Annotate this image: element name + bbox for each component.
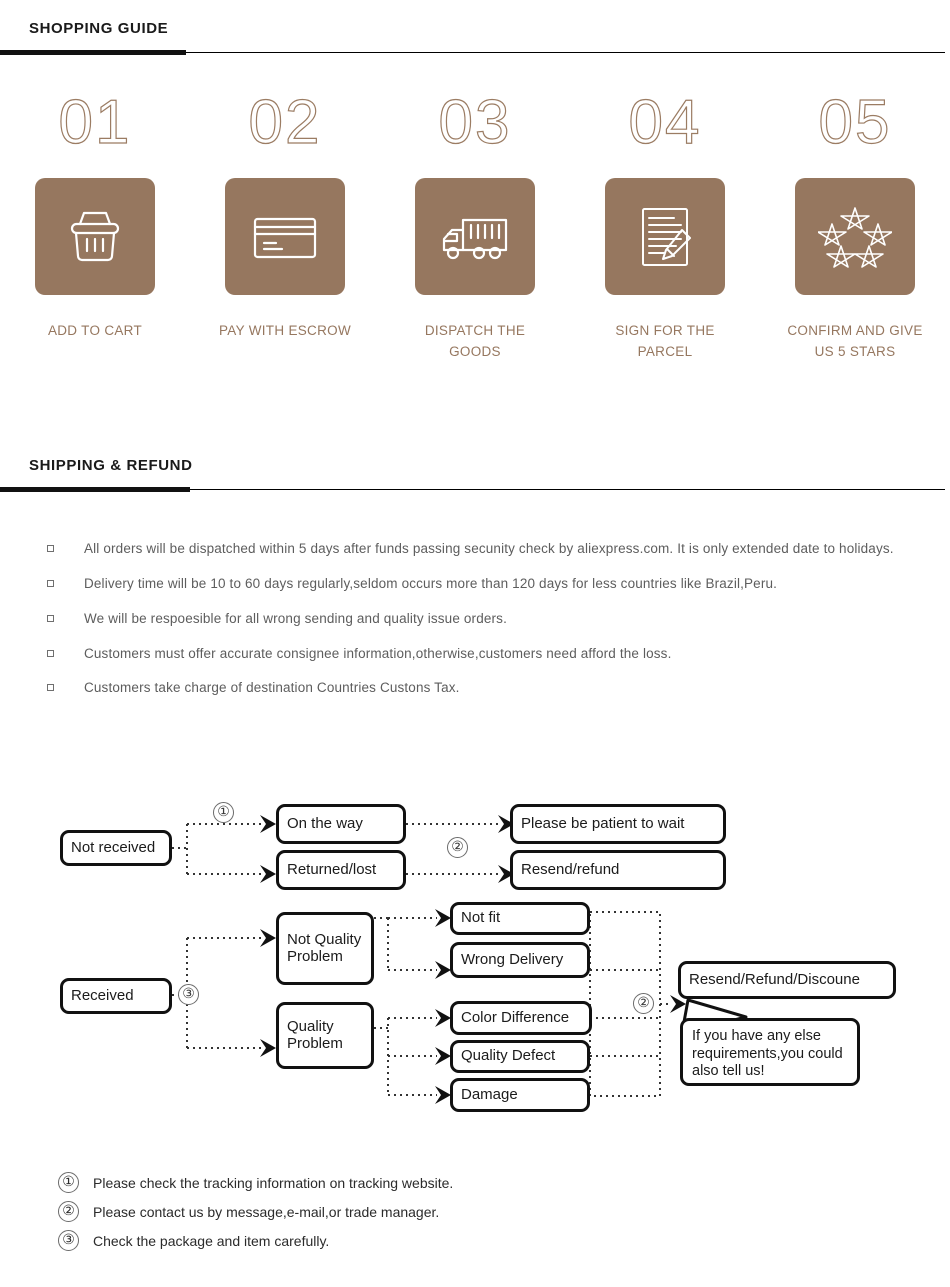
footnote-number: ②: [58, 1201, 79, 1222]
step-item: 05 CONFIRM AND GIVE US 5 STARS: [760, 88, 950, 363]
flow-node-received: Received: [60, 978, 172, 1014]
refund-process-flowchart: Not received On the way Returned/lost Pl…: [0, 790, 950, 1120]
shopping-guide-rule: [0, 50, 950, 55]
step-number: 04: [628, 88, 702, 157]
flow-node-not-quality-problem: Not Quality Problem: [276, 912, 374, 985]
flow-node-label: Not received: [71, 838, 156, 856]
shipping-refund-title: SHIPPING & REFUND: [29, 457, 193, 474]
list-item-text: Delivery time will be 10 to 60 days regu…: [84, 575, 778, 591]
step-number: 03: [438, 88, 512, 157]
step-item: 01 ADD TO CART: [0, 88, 190, 363]
list-item: We will be respoesible for all wrong sen…: [0, 608, 950, 630]
step-label: PAY WITH ESCROW: [218, 323, 351, 338]
rule-thick-bar: [0, 50, 186, 55]
flow-marker-3: ③: [178, 984, 199, 1005]
footnote-text: Please contact us by message,e-mail,or t…: [93, 1203, 440, 1220]
step-item: 03 DISPATCH THE GOODS: [380, 88, 570, 363]
shopping-guide-header: SHOPPING GUIDE: [0, 20, 950, 55]
shopping-basket-icon: [35, 178, 155, 295]
rule-thick-bar: [0, 487, 190, 492]
list-item: Customers take charge of destination Cou…: [0, 677, 950, 699]
list-item: All orders will be dispatched within 5 d…: [0, 538, 950, 560]
shopping-guide-steps: 01 ADD TO CART 02 PAY WITH ESCROW 03 DIS…: [0, 88, 950, 363]
footnote-item: ② Please contact us by message,e-mail,or…: [0, 1201, 950, 1222]
flow-node-label: Received: [71, 986, 134, 1004]
flow-node-quality-defect: Quality Defect: [450, 1040, 590, 1073]
list-item: Delivery time will be 10 to 60 days regu…: [0, 573, 950, 595]
flow-node-not-fit: Not fit: [450, 902, 590, 935]
square-bullet-icon: [47, 684, 54, 692]
step-label: SIGN FOR THE PARCEL: [615, 323, 715, 359]
flow-node-label: Not fit: [461, 909, 501, 927]
flow-node-label: Quality Defect: [461, 1047, 556, 1065]
flow-node-returned-lost: Returned/lost: [276, 850, 406, 890]
step-label: DISPATCH THE GOODS: [424, 323, 526, 359]
step-label: CONFIRM AND GIVE US 5 STARS: [787, 323, 923, 359]
footnote-item: ③ Check the package and item carefully.: [0, 1230, 950, 1251]
flow-node-color-difference: Color Difference: [450, 1001, 592, 1035]
flow-node-label: Please be patient to wait: [521, 814, 685, 832]
flow-node-label: If you have any else requirements,you co…: [692, 1028, 843, 1080]
flow-node-extra-note: If you have any else requirements,you co…: [680, 1018, 860, 1086]
square-bullet-icon: [47, 579, 54, 587]
document-pencil-icon: [605, 178, 725, 295]
flow-node-label: Color Difference: [461, 1008, 570, 1026]
shopping-guide-title: SHOPPING GUIDE: [29, 20, 169, 37]
credit-card-icon: [225, 178, 345, 295]
list-item-text: All orders will be dispatched within 5 d…: [84, 541, 894, 556]
flow-node-please-wait: Please be patient to wait: [510, 804, 726, 844]
step-label: ADD TO CART: [47, 323, 143, 338]
flow-node-label: On the way: [287, 814, 363, 832]
flow-node-label: Not Quality Problem: [287, 930, 362, 965]
list-item: Customers must offer accurate consignee …: [0, 643, 950, 665]
flow-node-label: Resend/Refund/Discoune: [689, 970, 860, 988]
flow-marker-1: ①: [213, 802, 234, 823]
step-item: 04 SIGN FOR THE PARCEL: [570, 88, 760, 363]
flow-node-resend-refund: Resend/refund: [510, 850, 726, 890]
flow-marker-2-lower: ②: [633, 993, 654, 1014]
flow-node-not-received: Not received: [60, 830, 172, 866]
policy-bullet-list: All orders will be dispatched within 5 d…: [0, 538, 950, 712]
step-item: 02 PAY WITH ESCROW: [190, 88, 380, 363]
footnote-text: Check the package and item carefully.: [93, 1232, 330, 1249]
step-number: 02: [248, 88, 322, 157]
step-number: 05: [818, 88, 892, 157]
footnote-number: ①: [58, 1172, 79, 1193]
shipping-refund-header: SHIPPING & REFUND: [0, 457, 950, 492]
footnote-list: ① Please check the tracking information …: [0, 1172, 950, 1259]
footnote-text: Please check the tracking information on…: [93, 1174, 454, 1191]
list-item-text: Customers take charge of destination Cou…: [84, 680, 460, 696]
footnote-number: ③: [58, 1230, 79, 1251]
shipping-refund-rule: [0, 487, 950, 492]
flow-node-quality-problem: Quality Problem: [276, 1002, 374, 1069]
flow-node-label: Returned/lost: [287, 860, 377, 878]
flow-node-damage: Damage: [450, 1078, 590, 1112]
flow-node-label: Resend/refund: [521, 860, 620, 878]
square-bullet-icon: [47, 649, 54, 657]
delivery-truck-icon: [415, 178, 535, 295]
flow-node-label: Wrong Delivery: [461, 950, 564, 968]
square-bullet-icon: [47, 545, 54, 552]
square-bullet-icon: [47, 614, 54, 622]
flow-node-on-the-way: On the way: [276, 804, 406, 844]
list-item-text: Customers must offer accurate consignee …: [84, 645, 672, 661]
flow-marker-2: ②: [447, 837, 468, 858]
flow-node-label: Damage: [461, 1085, 518, 1103]
flow-node-resend-refund-discount: Resend/Refund/Discoune: [678, 961, 896, 999]
list-item-text: We will be respoesible for all wrong sen…: [84, 610, 507, 626]
flow-node-label: Quality Problem: [287, 1017, 343, 1052]
footnote-item: ① Please check the tracking information …: [0, 1172, 950, 1193]
flow-node-wrong-delivery: Wrong Delivery: [450, 942, 590, 978]
five-stars-icon: [795, 178, 915, 295]
step-number: 01: [58, 88, 132, 157]
